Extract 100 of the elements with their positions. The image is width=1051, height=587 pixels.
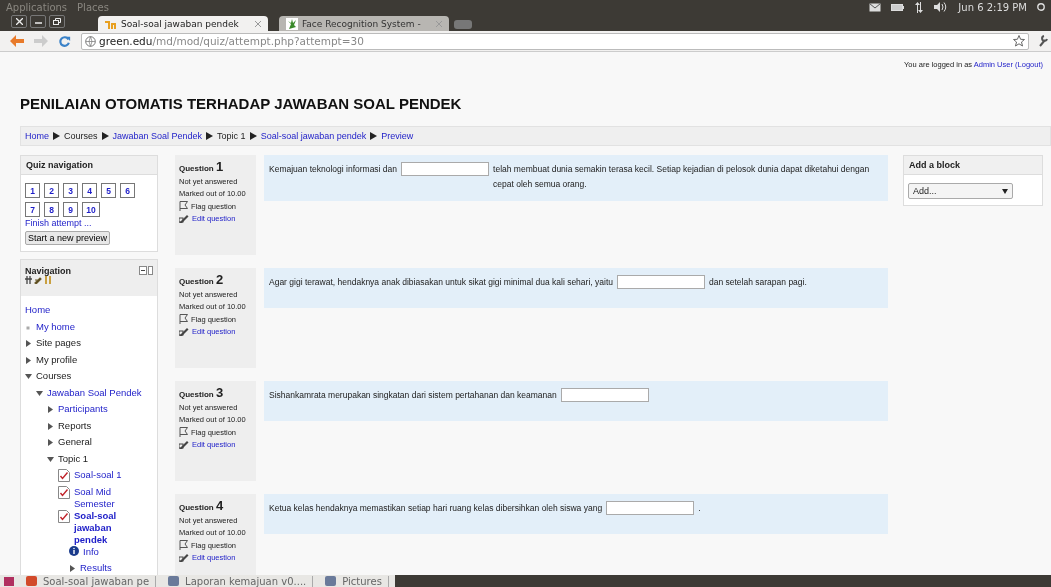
block-title: Quiz navigation (21, 156, 157, 175)
navigation-item[interactable]: Jawaban Soal Pendek (47, 386, 142, 399)
navigation-item[interactable]: Soal Mid Semester (74, 485, 140, 510)
star-icon[interactable] (1013, 35, 1025, 47)
finish-attempt-link[interactable]: Finish attempt ... (25, 218, 153, 228)
navigation-item[interactable]: Soal-soal 1 (74, 469, 122, 481)
add-block-dropdown[interactable]: Add... (908, 183, 1013, 199)
restore-button[interactable] (49, 15, 65, 28)
back-icon[interactable] (10, 35, 24, 47)
question-number-button[interactable]: 5 (101, 183, 116, 198)
block-actions-icon[interactable] (25, 276, 52, 284)
expander-icon[interactable] (47, 439, 54, 446)
breadcrumb-text: Courses (64, 131, 98, 141)
question-text: . (698, 502, 702, 515)
breadcrumb-link[interactable]: Home (25, 131, 49, 141)
navigation-item[interactable]: My home (36, 320, 76, 333)
app-icon (168, 576, 180, 586)
navigation-item[interactable]: Info (83, 545, 99, 558)
close-button[interactable] (11, 15, 27, 28)
network-icon[interactable] (914, 1, 925, 13)
browser-tab[interactable]: Face Recognition System - (279, 16, 449, 31)
navigation-item[interactable]: Soal-soal jawaban pendek (74, 509, 140, 546)
question-number-button[interactable]: 6 (120, 183, 135, 198)
question-text: telah membuat dunia semakin terasa kecil. Setiap kejadian di pelosok dunia dapat diketahui dengan cepat oleh semua orang. (493, 163, 871, 191)
expander-icon[interactable] (47, 455, 54, 463)
wrench-icon[interactable] (1039, 35, 1049, 47)
edit-icon (179, 327, 189, 336)
answer-field[interactable] (606, 501, 695, 515)
navigation-item[interactable]: General (58, 436, 92, 448)
block-title: Add a block (904, 156, 1042, 175)
question-number: Question 2 (179, 272, 225, 287)
start-preview-button[interactable]: Start a new preview (25, 231, 111, 245)
navigation-item[interactable]: Home (25, 304, 51, 316)
answer-field[interactable] (617, 275, 705, 289)
browser-tab[interactable]: Soal-soal jawaban pendek (98, 16, 268, 31)
quiz-icon (58, 509, 70, 523)
hand-icon (286, 17, 298, 30)
block-title: Navigation (25, 266, 71, 276)
question-number-button[interactable]: 1 (25, 183, 40, 198)
quiz-icon (58, 485, 70, 499)
app-icon (26, 576, 37, 586)
answer-field[interactable] (401, 162, 490, 176)
separator-icon (249, 132, 257, 140)
expander-icon[interactable] (25, 356, 32, 364)
flag-icon (179, 201, 188, 211)
answer-field[interactable] (560, 388, 649, 402)
mail-icon[interactable] (869, 2, 882, 12)
taskbar-item[interactable]: Laporan kemajuan v0.... (162, 575, 314, 587)
question-number: Question 4 (179, 498, 225, 513)
breadcrumb-link[interactable]: Preview (381, 131, 414, 141)
question-number-button[interactable]: 4 (82, 183, 97, 198)
address-bar[interactable]: green.edu/md/mod/quiz/attempt.php?attempt=30 (81, 32, 1029, 50)
question-number-button[interactable]: 9 (63, 202, 78, 217)
edit-icon (179, 214, 189, 223)
expander-icon[interactable] (25, 340, 32, 347)
separator-icon (101, 132, 109, 140)
restore-icon[interactable] (53, 18, 61, 25)
taskbar-item[interactable]: Soal-soal jawaban pe (20, 575, 157, 587)
app-icon (325, 576, 337, 586)
minimize-button[interactable] (30, 15, 46, 28)
power-icon[interactable] (1037, 2, 1045, 12)
page-title: PENILAIAN OTOMATIS TERHADAP JAWABAN SOAL PENDEK (20, 95, 462, 112)
navigation-item[interactable]: My profile (36, 353, 78, 366)
question-number-button[interactable]: 7 (25, 202, 40, 217)
separator-icon (53, 132, 60, 140)
taskbar-item[interactable]: Pictures (319, 575, 389, 587)
question-number-button[interactable]: 10 (82, 202, 100, 217)
navigation-item[interactable]: Results (80, 562, 112, 574)
question-number: Question 1 (179, 159, 225, 174)
expander-icon[interactable] (36, 389, 43, 397)
navigation-item[interactable]: Topic 1 (58, 452, 89, 465)
question-text: Kemajuan teknologi informasi dan (269, 163, 398, 176)
caret-icon (1002, 188, 1008, 194)
volume-icon[interactable] (934, 2, 949, 12)
separator-icon (206, 132, 214, 140)
reload-icon[interactable] (58, 34, 71, 48)
edit-icon (179, 440, 189, 449)
question-number-button[interactable]: 8 (44, 202, 59, 217)
question-text: dan setelah sarapan pagi. (709, 276, 808, 289)
question-number-button[interactable]: 3 (63, 183, 78, 198)
navigation-item[interactable]: Participants (58, 403, 108, 415)
expander-icon[interactable] (69, 565, 76, 572)
edit-icon (179, 553, 189, 562)
question-text: Ketua kelas hendaknya memastikan setiap hari ruang kelas dibersihkan oleh siswa yang (269, 502, 603, 515)
expander-icon[interactable] (25, 373, 32, 380)
breadcrumb-link[interactable]: Jawaban Soal Pendek (112, 131, 203, 141)
navigation-item[interactable]: Reports (58, 419, 92, 432)
question-number-button[interactable]: 2 (44, 183, 59, 198)
flag-icon (179, 314, 188, 324)
navigation-item[interactable]: Courses (36, 370, 72, 382)
navigation-item[interactable]: Site pages (36, 337, 81, 349)
expander-icon[interactable] (47, 406, 54, 413)
expander-icon[interactable] (47, 422, 54, 430)
show-desktop-icon[interactable] (4, 576, 14, 586)
separator-icon (370, 132, 378, 140)
breadcrumb-link[interactable]: Soal-soal jawaban pendek (260, 131, 367, 141)
clock[interactable]: Jun 6 2:19 PM (958, 1, 1027, 13)
flag-icon (179, 540, 188, 550)
battery-icon[interactable] (891, 3, 905, 11)
dock-icon[interactable] (139, 266, 153, 275)
